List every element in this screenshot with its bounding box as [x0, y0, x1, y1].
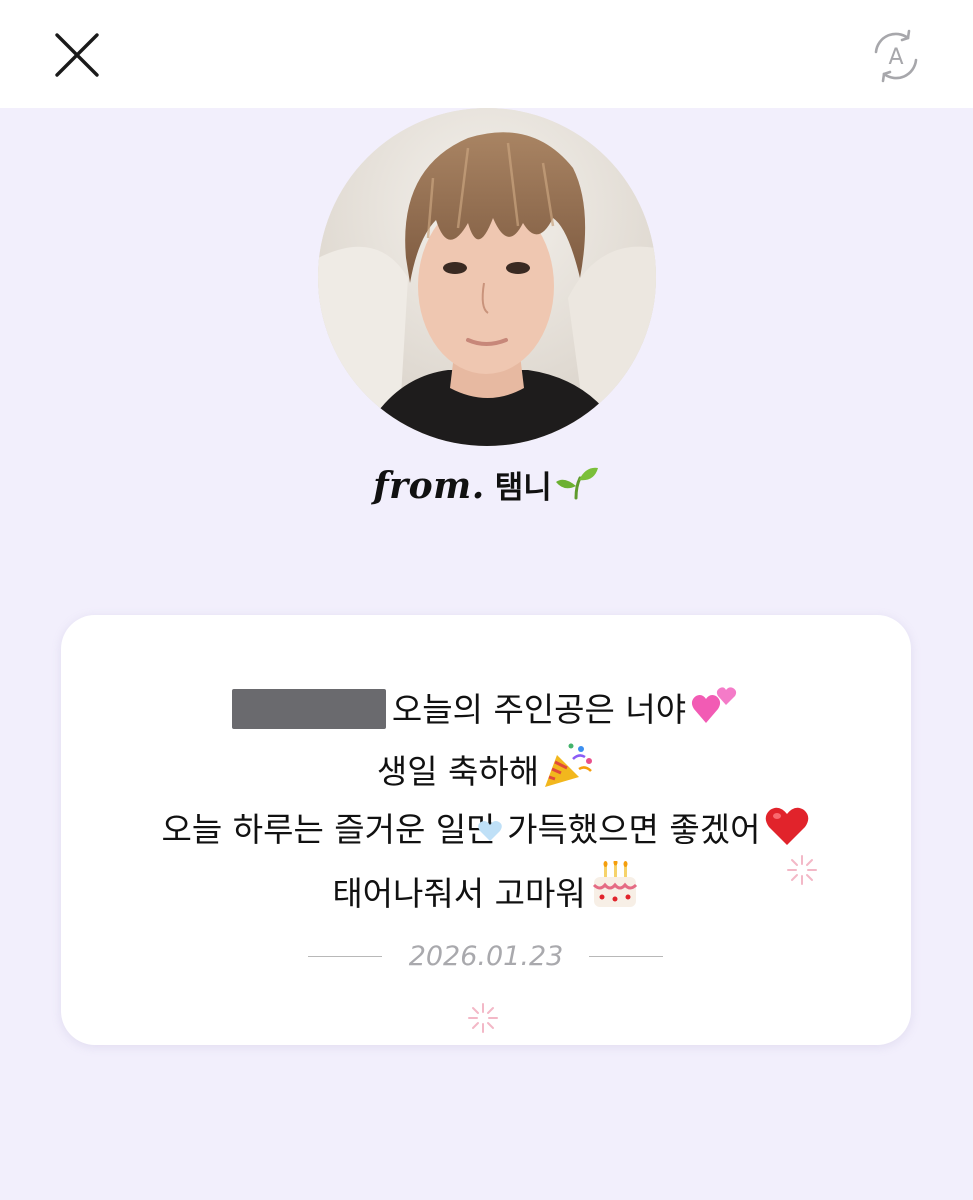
sender-line: from. 탬니: [0, 462, 973, 507]
close-button[interactable]: [48, 26, 106, 84]
message-line: 태어나줘서 고마워: [61, 859, 911, 925]
message-line: 오늘의 주인공은 너야: [61, 683, 911, 741]
date-divider-right: [589, 956, 663, 957]
small-blue-heart-icon: [477, 820, 503, 846]
translate-glyph: A: [888, 45, 903, 70]
sparkle-icon: [466, 1001, 500, 1039]
avatar: [318, 108, 656, 446]
profile-photo: [318, 108, 656, 446]
from-label: from.: [373, 465, 485, 507]
sparkle-icon: [785, 853, 819, 891]
birthday-cake-icon: [590, 859, 640, 925]
letter-card: 오늘의 주인공은 너야 생일 축하해 오늘 하루는 즐거운 일만 가득했으면 좋…: [61, 615, 911, 1045]
close-icon: [55, 33, 99, 77]
letter-message: 오늘의 주인공은 너야 생일 축하해 오늘 하루는 즐거운 일만 가득했으면 좋…: [61, 683, 911, 925]
sprout-icon: [554, 462, 600, 504]
message-text: 오늘의 주인공은 너야: [391, 690, 687, 729]
top-bar: A: [0, 0, 973, 108]
redacted-name: [231, 689, 386, 729]
message-line: 생일 축하해: [61, 741, 911, 803]
letter-date: 2026.01.23: [408, 941, 564, 972]
auto-translate-button[interactable]: A: [868, 28, 924, 84]
message-text: 생일 축하해: [376, 752, 540, 791]
message-text: 오늘 하루는 즐거운 일만 가득했으면 좋겠어: [161, 810, 761, 849]
party-popper-icon: [543, 741, 595, 803]
letter-date-row: 2026.01.23: [61, 937, 911, 977]
message-text: 태어나줘서 고마워: [332, 874, 586, 913]
auto-translate-icon: A: [874, 29, 918, 83]
two-hearts-icon: [690, 683, 740, 741]
sender-name: 탬니: [494, 470, 552, 506]
